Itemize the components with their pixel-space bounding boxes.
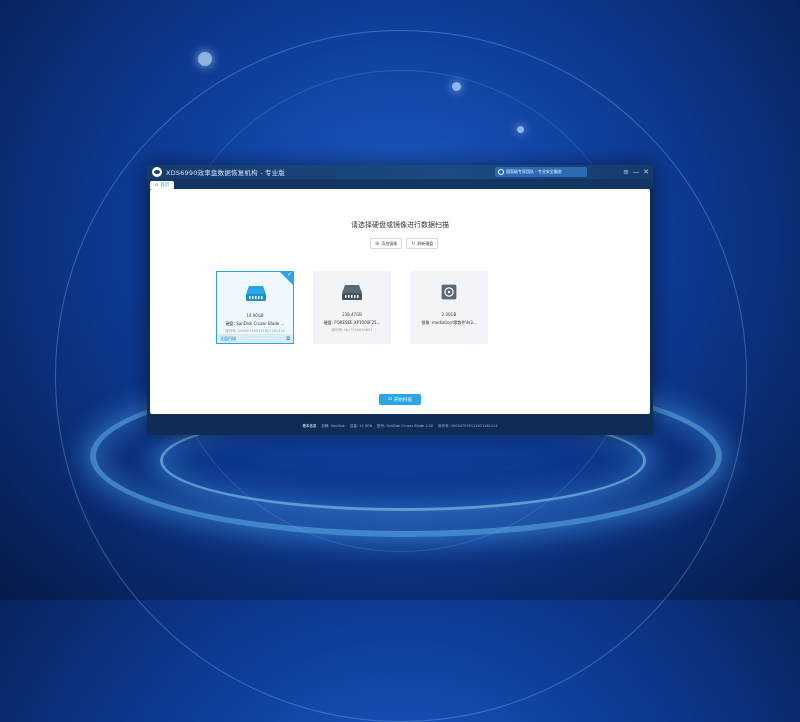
- menu-button[interactable]: ≡: [621, 166, 631, 178]
- promo-text: 国家级专家团队 · 专业安全服务: [506, 169, 562, 174]
- minimize-button[interactable]: —: [631, 166, 641, 178]
- app-logo-icon: [152, 167, 162, 177]
- hard-drive-icon: [342, 285, 362, 300]
- start-scan-button[interactable]: ⊡ 开始扫描: [379, 394, 421, 405]
- tab-home-label: 首页: [160, 183, 170, 188]
- edit-icon[interactable]: ⧉: [286, 336, 290, 342]
- refresh-drives-button[interactable]: ↻ 刷新硬盘: [406, 238, 439, 249]
- full-scan-label: 全盘扫描: [220, 335, 236, 341]
- title-bar: XDS6990效率盘数据恢复机构 - 专业版 国家级专家团队 · 专业安全服务 …: [147, 165, 653, 179]
- refresh-label: 刷新硬盘: [417, 240, 434, 246]
- drive-card[interactable]: 2.00GB 镜像: mediation\零散件\fs3...: [410, 271, 488, 344]
- disk-image-icon: [441, 284, 457, 300]
- plus-icon: ⊕: [375, 240, 380, 247]
- drive-card[interactable]: ✓ 14.90GB 硬盘: SanDisk Cruzer Blade ... 序…: [216, 271, 294, 344]
- status-heading: 基本信息: [302, 423, 317, 428]
- status-capacity: 容量: 14.9GB: [349, 423, 373, 428]
- drive-size: 238.47GB: [342, 312, 362, 317]
- status-model: 型号: SanDisk Cruzer Blade 1.00: [377, 423, 433, 428]
- decor-dot: [517, 126, 524, 133]
- status-vendor: 品牌: SanDisk: [321, 423, 345, 428]
- close-button[interactable]: ✕: [641, 166, 651, 178]
- decor-dot: [198, 52, 212, 66]
- full-scan-bar[interactable]: 全盘扫描 ⧉: [217, 334, 293, 343]
- page-heading: 请选择硬盘或镜像进行数据扫描: [351, 221, 449, 229]
- start-scan-label: 开始扫描: [393, 397, 412, 403]
- decor-dot: [452, 82, 461, 91]
- hard-drive-icon: [246, 286, 266, 301]
- drive-size: 14.90GB: [246, 313, 264, 318]
- window-controls: ≡ — ✕: [621, 166, 651, 178]
- tab-bar: ⌂ 首页: [147, 179, 653, 189]
- tab-home[interactable]: ⌂ 首页: [150, 181, 175, 189]
- status-serial: 序列号: 200507595111621181414: [438, 423, 498, 428]
- promo-banner[interactable]: 国家级专家团队 · 专业安全服务: [495, 167, 587, 177]
- refresh-icon: ↻: [411, 240, 416, 247]
- drive-name: 硬盘: FORESEE XP1000F25...: [323, 320, 381, 325]
- drive-name: 镜像: mediation\零散件\fs3...: [421, 320, 477, 325]
- drive-serial: 序列号: NJ17550620621: [331, 328, 373, 332]
- add-image-button[interactable]: ⊕ 添加镜像: [370, 238, 403, 249]
- service-icon: [498, 169, 504, 175]
- add-image-label: 添加镜像: [381, 240, 398, 246]
- action-buttons: ⊕ 添加镜像 ↻ 刷新硬盘: [370, 238, 439, 249]
- window-title: XDS6990效率盘数据恢复机构 - 专业版: [166, 169, 286, 177]
- home-icon: ⌂: [155, 182, 159, 188]
- check-icon: ✓: [286, 271, 292, 278]
- drive-card[interactable]: 238.47GB 硬盘: FORESEE XP1000F25... 序列号: N…: [313, 271, 391, 344]
- main-panel: 请选择硬盘或镜像进行数据扫描 ⊕ 添加镜像 ↻ 刷新硬盘 ✓ 14.90GB 硬…: [150, 189, 650, 414]
- drive-size: 2.00GB: [441, 312, 457, 317]
- status-bar: 基本信息 品牌: SanDisk 容量: 14.9GB 型号: SanDisk …: [147, 417, 653, 435]
- app-window: XDS6990效率盘数据恢复机构 - 专业版 国家级专家团队 · 专业安全服务 …: [147, 165, 653, 435]
- scan-icon: ⊡: [388, 397, 392, 402]
- drive-name: 硬盘: SanDisk Cruzer Blade ...: [225, 321, 285, 326]
